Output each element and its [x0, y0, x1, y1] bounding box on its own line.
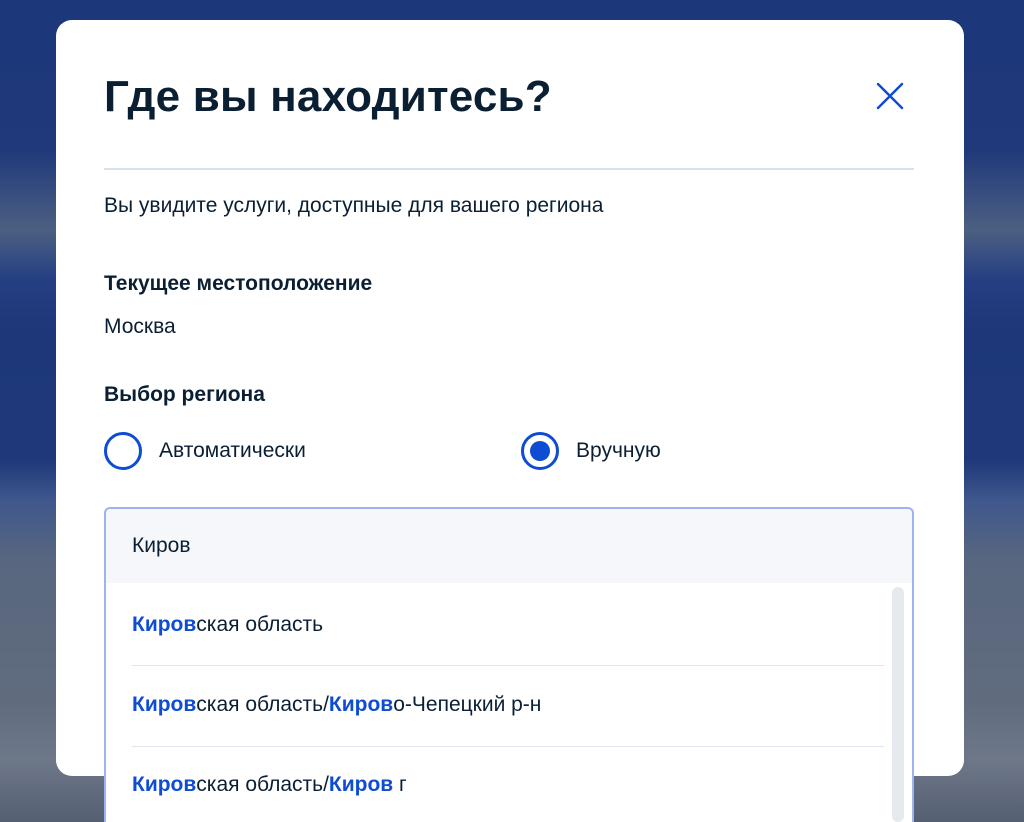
current-location-value: Москва	[104, 315, 176, 338]
suggestion-rest: о-Чепецкий р-н	[393, 693, 542, 716]
radio-auto-label: Автоматически	[159, 439, 306, 462]
close-button[interactable]	[874, 80, 906, 112]
close-icon	[876, 82, 904, 110]
dropdown-scrollbar[interactable]	[892, 587, 904, 822]
radio-auto[interactable]: Автоматически	[104, 432, 306, 470]
current-location-label: Текущее местоположение	[104, 272, 373, 295]
suggestion-rest: ская область	[196, 613, 324, 636]
suggestion-match: Киров	[328, 773, 394, 796]
radio-manual-circle[interactable]	[521, 432, 559, 470]
suggestion-match: Киров	[132, 773, 197, 796]
modal-subtitle: Вы увидите услуги, доступные для вашего …	[104, 194, 604, 217]
suggestion-rest: г	[393, 773, 407, 796]
radio-manual-label: Вручную	[576, 439, 661, 462]
suggestion-rest: ская область/	[196, 773, 329, 796]
suggestion-match: Киров	[132, 693, 197, 716]
suggestion-item[interactable]: Кировская область/Кирово-Чепецкий р-н	[132, 665, 884, 745]
modal-title: Где вы находитесь?	[104, 72, 552, 121]
suggestion-match: Киров	[132, 613, 197, 636]
suggestion-item[interactable]: Кировская область/Киров г	[132, 745, 884, 822]
suggestion-item[interactable]: Кировская область	[132, 585, 884, 665]
suggestions-dropdown: Кировская область Кировская область/Киро…	[104, 583, 914, 822]
radio-manual[interactable]: Вручную	[521, 432, 661, 470]
suggestion-rest: ская область/	[196, 693, 329, 716]
region-choice-label: Выбор региона	[104, 383, 265, 406]
title-divider	[104, 168, 914, 170]
suggestion-match: Киров	[328, 693, 394, 716]
radio-auto-circle[interactable]	[104, 432, 142, 470]
region-search-input[interactable]	[104, 507, 914, 585]
